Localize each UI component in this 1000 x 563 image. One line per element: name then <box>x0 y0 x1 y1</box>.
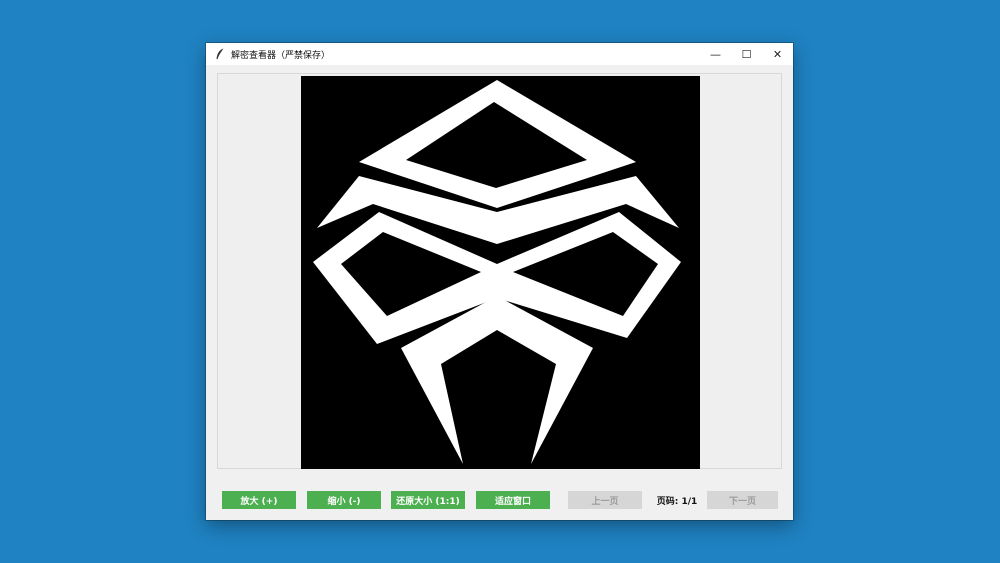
fit-window-button[interactable]: 适应窗口 <box>476 491 550 509</box>
prev-page-button[interactable]: 上一页 <box>568 491 642 509</box>
minimize-button[interactable]: — <box>700 43 731 65</box>
tribal-mask-symbol-icon <box>313 80 681 464</box>
zoom-in-button[interactable]: 放大 (+) <box>222 491 296 509</box>
close-button[interactable]: ✕ <box>762 43 793 65</box>
image-viewport[interactable] <box>217 73 782 469</box>
feather-icon <box>213 47 227 61</box>
title-bar[interactable]: 解密查看器（严禁保存） — ☐ ✕ <box>206 43 793 65</box>
viewer-window: 解密查看器（严禁保存） — ☐ ✕ 放大 (+) 缩小 (-) 还原大小 (1:… <box>206 43 793 520</box>
reset-size-button[interactable]: 还原大小 (1:1) <box>391 491 465 509</box>
document-image <box>301 76 700 469</box>
page-indicator: 页码: 1/1 <box>656 496 698 507</box>
next-page-button[interactable]: 下一页 <box>707 491 778 509</box>
maximize-button[interactable]: ☐ <box>731 43 762 65</box>
window-title: 解密查看器（严禁保存） <box>231 50 331 61</box>
zoom-out-button[interactable]: 缩小 (-) <box>307 491 381 509</box>
